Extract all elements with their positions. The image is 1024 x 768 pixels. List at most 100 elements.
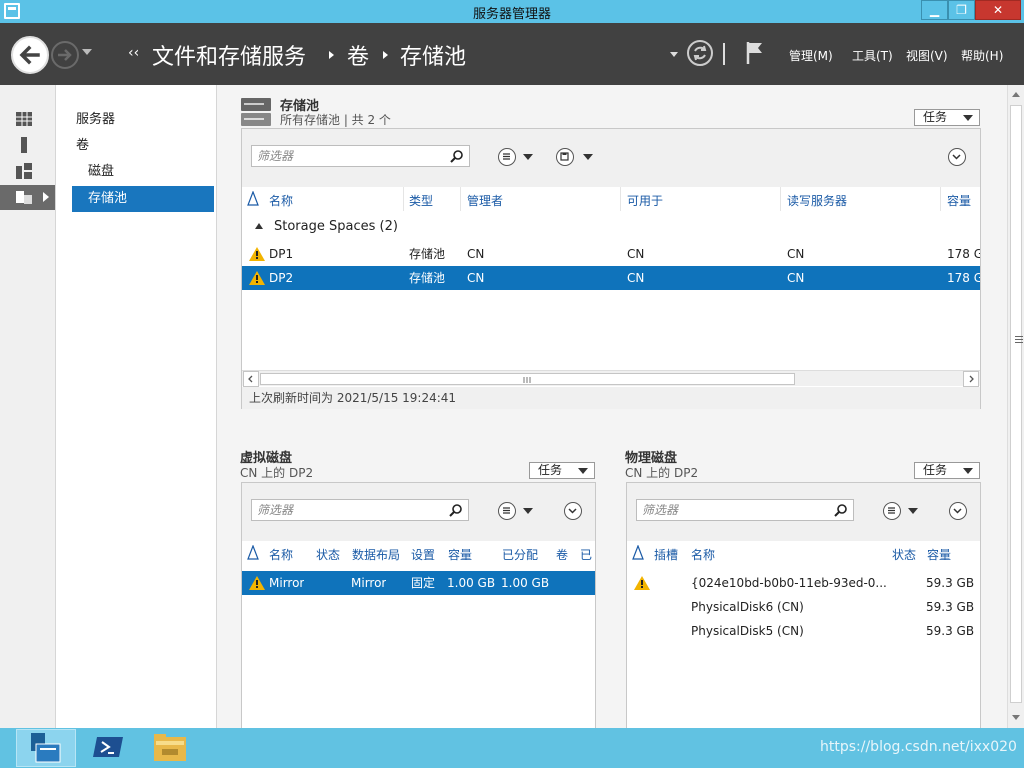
expand-collapse-button[interactable] (949, 502, 967, 520)
minimize-button[interactable]: ▁ (921, 0, 948, 20)
table-row[interactable]: DP1 存储池 CN CN CN 178 G (242, 242, 980, 266)
column-status[interactable]: 状态 (316, 546, 340, 563)
view-options-dropdown-icon[interactable] (523, 508, 533, 514)
horizontal-scrollbar[interactable] (242, 370, 980, 387)
column-divider[interactable] (940, 187, 941, 211)
expand-collapse-button[interactable] (564, 502, 582, 520)
column-type[interactable]: 类型 (409, 192, 433, 209)
menu-view[interactable]: 视图(V) (906, 47, 948, 64)
column-name[interactable]: 名称 (691, 546, 715, 563)
tree-item-volumes[interactable]: 卷 (72, 133, 214, 159)
vertical-scrollbar[interactable] (1007, 85, 1024, 728)
search-icon[interactable] (834, 503, 848, 517)
column-allocated[interactable]: 已分配 (502, 546, 538, 563)
storage-spaces-group-header[interactable]: Storage Spaces (2) (274, 219, 398, 234)
warning-icon (249, 576, 265, 590)
column-divider[interactable] (780, 187, 781, 211)
column-layout[interactable]: 数据布局 (352, 546, 400, 563)
expand-collapse-button[interactable] (948, 148, 966, 166)
menu-manage[interactable]: 管理(M) (789, 47, 833, 64)
virtual-disks-column-header: 名称 状态 数据布局 设置 容量 已分配 卷 已 (242, 541, 595, 565)
virtual-disks-toolbar: 筛选器 (242, 483, 595, 541)
view-options-dropdown-icon[interactable] (908, 508, 918, 514)
file-storage-icon[interactable] (14, 188, 34, 206)
menu-help[interactable]: 帮助(H) (961, 47, 1003, 64)
column-volume[interactable]: 卷 (556, 546, 568, 563)
table-row-selected[interactable]: DP2 存储池 CN CN CN 178 G (242, 266, 980, 290)
main-content: 存储池 所有存储池 | 共 2 个 任务 筛选器 名称 类型 管理者 可用于 读… (217, 85, 1007, 732)
pool-capacity: 178 G (947, 271, 980, 285)
window-title: 服务器管理器 (472, 7, 551, 22)
column-name[interactable]: 名称 (269, 546, 293, 563)
collapse-group-icon[interactable] (255, 223, 263, 229)
column-capacity[interactable]: 容量 (448, 546, 472, 563)
tree-item-storage-pools[interactable]: 存储池 (72, 186, 214, 212)
save-query-dropdown-icon[interactable] (583, 154, 593, 160)
tree-item-servers[interactable]: 服务器 (72, 107, 214, 133)
physical-disks-subtitle: CN 上的 DP2 (625, 466, 699, 480)
column-divider[interactable] (460, 187, 461, 211)
all-servers-icon[interactable] (14, 162, 34, 180)
column-slot[interactable]: 插槽 (654, 546, 678, 563)
column-capacity[interactable]: 容量 (927, 546, 951, 563)
scroll-left-button[interactable] (243, 371, 259, 387)
column-available-to[interactable]: 可用于 (627, 192, 663, 209)
taskbar-powershell[interactable] (80, 729, 140, 767)
breadcrumb-dropdown-icon[interactable] (670, 52, 678, 57)
close-button[interactable]: ✕ (975, 0, 1021, 20)
horizontal-scroll-thumb[interactable] (260, 373, 795, 385)
view-options-dropdown-icon[interactable] (523, 154, 533, 160)
taskbar-server-manager[interactable] (16, 729, 76, 767)
list-icon (503, 507, 510, 514)
expand-arrow-icon[interactable] (43, 192, 49, 202)
view-options-button[interactable] (498, 502, 516, 520)
refresh-button[interactable] (687, 40, 713, 66)
view-options-button[interactable] (498, 148, 516, 166)
navigation-bar: ‹‹ 文件和存储服务 卷 存储池 管理(M) 工具(T) 视图(V) 帮助(H) (0, 23, 1024, 85)
scroll-down-icon[interactable] (1012, 715, 1020, 720)
taskbar-file-explorer[interactable] (140, 729, 200, 767)
table-row[interactable]: {024e10bd-b0b0-11eb-93ed-0... 59.3 GB (627, 571, 980, 595)
dashboard-icon[interactable] (14, 110, 34, 128)
column-truncated[interactable]: 已 (580, 546, 595, 563)
save-query-button[interactable] (556, 148, 574, 166)
physical-disks-column-header: 插槽 名称 状态 容量 (627, 541, 980, 565)
column-managed-by[interactable]: 管理者 (467, 192, 503, 209)
notifications-flag-icon[interactable] (745, 40, 765, 66)
breadcrumb-overflow[interactable]: ‹‹ (128, 45, 139, 61)
vertical-scroll-thumb[interactable] (1010, 105, 1023, 703)
history-dropdown-icon[interactable] (82, 49, 92, 55)
storage-pools-filter-input[interactable]: 筛选器 (251, 145, 470, 167)
table-row-selected[interactable]: Mirror Mirror 固定 1.00 GB 1.00 GB (242, 571, 595, 595)
vdisk-allocated: 1.00 GB (501, 576, 550, 590)
virtual-disks-tasks-button[interactable]: 任务 (529, 462, 595, 479)
table-row[interactable]: PhysicalDisk6 (CN) 59.3 GB (627, 595, 980, 619)
search-icon[interactable] (450, 149, 464, 163)
scroll-right-button[interactable] (963, 371, 979, 387)
pool-rw-server: CN (787, 247, 805, 261)
search-icon[interactable] (449, 503, 463, 517)
column-status[interactable]: 状态 (892, 546, 916, 563)
forward-button[interactable] (51, 41, 79, 69)
view-options-button[interactable] (883, 502, 901, 520)
column-divider[interactable] (403, 187, 404, 211)
column-capacity[interactable]: 容量 (947, 192, 971, 209)
local-server-icon[interactable] (14, 136, 34, 154)
back-button[interactable] (11, 36, 49, 74)
forward-arrow-icon (58, 49, 72, 61)
tree-item-disks[interactable]: 磁盘 (72, 159, 214, 185)
column-provisioning[interactable]: 设置 (411, 546, 435, 563)
column-divider[interactable] (620, 187, 621, 211)
physical-disks-filter-input[interactable]: 筛选器 (636, 499, 854, 521)
column-rw-server[interactable]: 读写服务器 (787, 192, 847, 209)
column-name[interactable]: 名称 (269, 192, 293, 209)
restore-button[interactable]: ❐ (948, 0, 975, 20)
breadcrumb-item-volumes[interactable]: 卷 (347, 39, 369, 71)
menu-tools[interactable]: 工具(T) (852, 47, 893, 64)
physical-disks-tasks-button[interactable]: 任务 (914, 462, 980, 479)
table-row[interactable]: PhysicalDisk5 (CN) 59.3 GB (627, 619, 980, 643)
scroll-up-icon[interactable] (1012, 92, 1020, 97)
storage-pools-tasks-button[interactable]: 任务 (914, 109, 980, 126)
virtual-disks-filter-input[interactable]: 筛选器 (251, 499, 469, 521)
breadcrumb-item-file-storage[interactable]: 文件和存储服务 (152, 39, 306, 71)
